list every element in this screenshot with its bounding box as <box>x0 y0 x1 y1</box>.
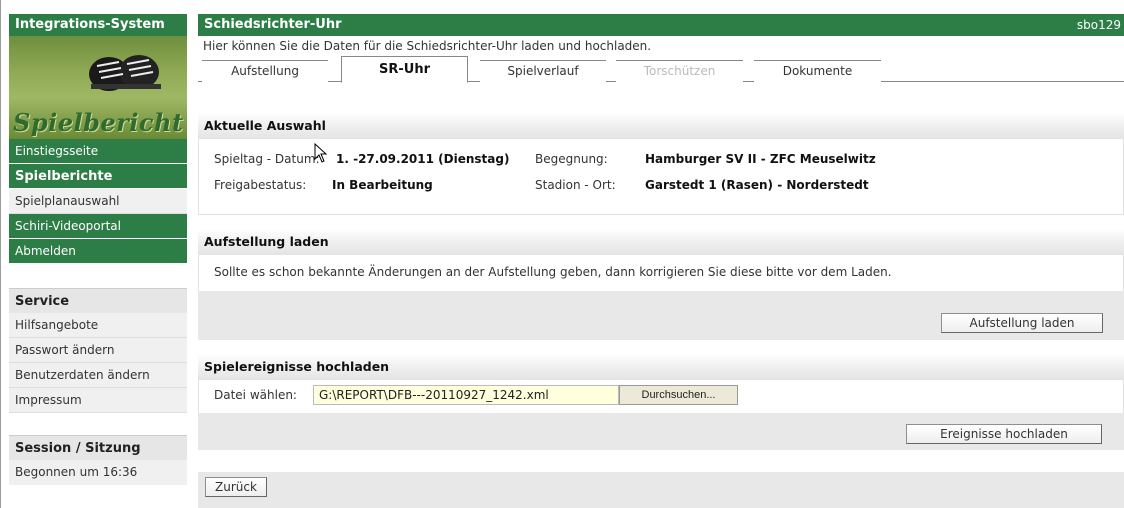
status-label: Freigabestatus: <box>214 178 307 192</box>
page-title-bar: Schiedsrichter-Uhr sbo129 <box>198 14 1124 36</box>
tab-aufstellung[interactable]: Aufstellung <box>202 60 328 82</box>
stadium-label: Stadion - Ort: <box>535 178 616 192</box>
fixture-value: Hamburger SV II - ZFC Meuselwitz <box>645 152 876 166</box>
selection-title: Aktuelle Auswahl <box>198 113 1124 139</box>
nav-spielplanauswahl[interactable]: Spielplanauswahl <box>9 189 187 214</box>
status-value: In Bearbeitung <box>332 178 433 192</box>
session-started: Begonnen um 16:36 <box>9 460 187 485</box>
football-boots-icon <box>89 55 161 91</box>
browse-button[interactable]: Durchsuchen... <box>619 385 738 405</box>
nav-schiri-videoportal[interactable]: Schiri-Videoportal <box>9 214 187 239</box>
tab-torschuetzen: Torschützen <box>616 60 743 82</box>
service-benutzerdaten-aendern[interactable]: Benutzerdaten ändern <box>9 363 187 388</box>
back-button[interactable]: Zurück <box>205 477 267 497</box>
matchday-value: 1. -27.09.2011 (Dienstag) <box>336 152 510 166</box>
sidebar: Integrations-System Spielbericht Einstie… <box>9 14 187 485</box>
matchday-label: Spieltag - Datum: <box>214 152 320 166</box>
nav-abmelden[interactable]: Abmelden <box>9 239 187 264</box>
service-title: Service <box>9 288 187 313</box>
tab-bar: Aufstellung SR-Uhr Spielverlauf Torschüt… <box>198 54 1124 83</box>
nav-einstiegsseite[interactable]: Einstiegsseite <box>9 139 187 164</box>
file-path-input[interactable]: G:\REPORT\DFB---20110927_1242.xml <box>313 385 619 405</box>
window-left-border <box>0 0 1 508</box>
lineup-title: Aufstellung laden <box>198 229 1124 255</box>
intro-text: Hier können Sie die Daten für die Schied… <box>203 39 652 53</box>
upload-panel: Spielereignisse hochladen Datei wählen: … <box>198 354 1124 450</box>
tab-spielverlauf[interactable]: Spielverlauf <box>480 60 606 82</box>
main-content: Schiedsrichter-Uhr sbo129 Hier können Si… <box>198 14 1124 508</box>
user-id: sbo129 <box>1076 18 1121 32</box>
upload-title: Spielereignisse hochladen <box>198 354 1124 380</box>
upload-events-button[interactable]: Ereignisse hochladen <box>906 424 1102 444</box>
service-hilfsangebote[interactable]: Hilfsangebote <box>9 313 187 338</box>
tab-sr-uhr[interactable]: SR-Uhr <box>341 56 468 83</box>
tab-dokumente[interactable]: Dokumente <box>754 60 881 82</box>
sidebar-header: Integrations-System <box>9 14 187 36</box>
lineup-panel: Aufstellung laden Sollte es schon bekann… <box>198 229 1124 340</box>
file-label: Datei wählen: <box>214 388 297 402</box>
page-title: Schiedsrichter-Uhr <box>204 17 342 32</box>
service-impressum[interactable]: Impressum <box>9 388 187 413</box>
load-lineup-button[interactable]: Aufstellung laden <box>941 313 1103 333</box>
logo-text: Spielbericht <box>13 108 184 137</box>
fixture-label: Begegnung: <box>535 152 608 166</box>
nav-spielberichte[interactable]: Spielberichte <box>9 164 187 189</box>
service-passwort-aendern[interactable]: Passwort ändern <box>9 338 187 363</box>
mouse-cursor-icon <box>314 143 328 163</box>
selection-panel: Aktuelle Auswahl Spieltag - Datum: 1. -2… <box>198 113 1124 215</box>
lineup-text: Sollte es schon bekannte Änderungen an d… <box>214 265 892 279</box>
session-title: Session / Sitzung <box>9 435 187 460</box>
spielbericht-logo: Spielbericht <box>9 36 187 139</box>
stadium-value: Garstedt 1 (Rasen) - Norderstedt <box>645 178 869 192</box>
back-bar: Zurück <box>198 472 1124 508</box>
